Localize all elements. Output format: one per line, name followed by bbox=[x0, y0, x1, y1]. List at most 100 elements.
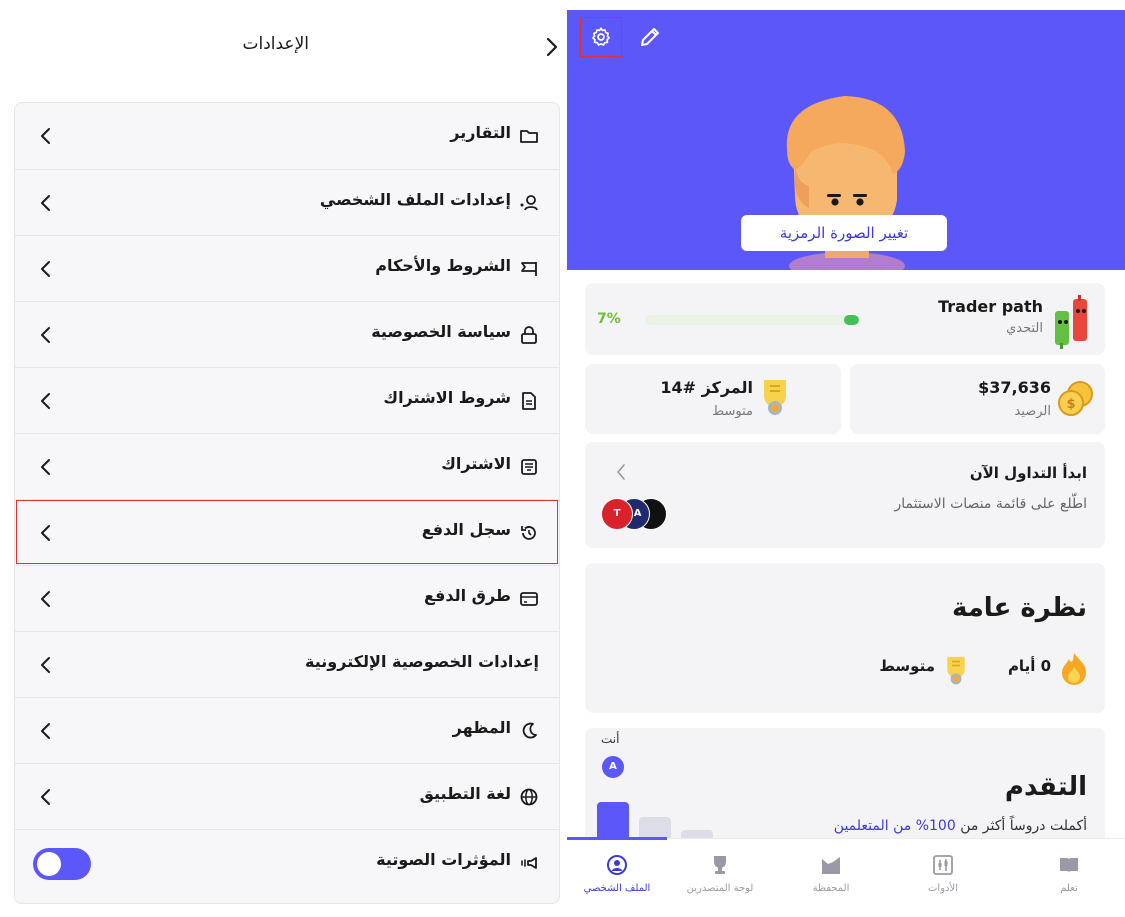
settings-panel: الإعدادات التقارير إعدادات الملف الشخصي … bbox=[0, 0, 567, 917]
settings-item-terms[interactable]: الشروط والأحكام bbox=[15, 235, 559, 301]
settings-item-payment-history[interactable]: سجل الدفع bbox=[15, 499, 559, 565]
nav-tools[interactable]: الأدوات bbox=[893, 853, 993, 907]
chevron-left-icon bbox=[39, 125, 53, 147]
you-label: أنت bbox=[601, 732, 620, 746]
profile-hero: تغيير الصورة الرمزية bbox=[567, 10, 1125, 270]
settings-item-label: سياسة الخصوصية bbox=[371, 322, 511, 341]
medal-icon bbox=[945, 655, 967, 687]
overview-title: نظرة عامة bbox=[951, 593, 1087, 623]
balance-card: $ $37,636 الرصيد bbox=[850, 364, 1105, 434]
progress-subtitle: أكملت دروساً أكثر من 100% من المتعلمين bbox=[834, 818, 1087, 834]
document-icon bbox=[519, 391, 539, 411]
settings-item-label: سجل الدفع bbox=[421, 520, 511, 539]
change-avatar-button[interactable]: تغيير الصورة الرمزية bbox=[741, 215, 947, 251]
chevron-left-icon bbox=[39, 654, 53, 676]
start-trading-card[interactable]: ابدأ التداول الآن اطّلع على قائمة منصات … bbox=[585, 442, 1105, 548]
settings-item-profile-settings[interactable]: إعدادات الملف الشخصي bbox=[15, 169, 559, 235]
chevron-left-icon bbox=[39, 786, 53, 808]
medal-icon bbox=[761, 378, 789, 418]
chevron-left-icon bbox=[39, 258, 53, 280]
balance-label: الرصيد bbox=[1014, 404, 1051, 419]
nav-label: لوحة المتصدرين bbox=[686, 883, 754, 894]
nav-label: الملف الشخصي bbox=[583, 883, 651, 894]
settings-item-privacy-policy[interactable]: سياسة الخصوصية bbox=[15, 301, 559, 367]
settings-item-label: شروط الاشتراك bbox=[383, 388, 511, 407]
settings-item-subscription-terms[interactable]: شروط الاشتراك bbox=[15, 367, 559, 433]
progress-subtitle-suffix: من المتعلمين bbox=[833, 818, 912, 834]
speaker-icon bbox=[519, 853, 539, 873]
rank-value: المركز #14 bbox=[660, 378, 753, 397]
progress-subtitle-prefix: أكملت دروساً أكثر من bbox=[960, 818, 1087, 834]
profile-screen: تغيير الصورة الرمزية Trader path التحدي … bbox=[567, 10, 1125, 917]
balance-value: $37,636 bbox=[978, 378, 1051, 397]
chevron-left-icon bbox=[39, 456, 53, 478]
trader-path-progress-label: 7% bbox=[597, 311, 621, 327]
chevron-left-icon bbox=[39, 192, 53, 214]
receipt-icon bbox=[519, 457, 539, 477]
nav-learn[interactable]: تعلم bbox=[1019, 853, 1119, 907]
lock-icon bbox=[519, 325, 539, 345]
overview-card: نظرة عامة 0 أيام متوسط bbox=[585, 563, 1105, 713]
edit-pencil-icon[interactable] bbox=[637, 24, 663, 50]
rank-label: متوسط bbox=[712, 404, 753, 419]
flame-icon bbox=[1062, 653, 1086, 685]
trader-path-progress-track bbox=[645, 315, 859, 325]
nav-label: تعلم bbox=[1060, 883, 1078, 894]
chevron-left-icon bbox=[39, 720, 53, 742]
chevron-left-icon bbox=[39, 324, 53, 346]
tools-icon bbox=[933, 855, 953, 875]
user-settings-icon bbox=[519, 193, 539, 213]
settings-item-payment-methods[interactable]: طرق الدفع bbox=[15, 565, 559, 631]
sound-effects-toggle[interactable] bbox=[33, 848, 91, 880]
settings-item-label: الشروط والأحكام bbox=[375, 256, 511, 275]
settings-item-label: المؤثرات الصوتية bbox=[376, 850, 511, 869]
nav-active-indicator bbox=[567, 837, 667, 840]
chevron-left-icon bbox=[39, 390, 53, 412]
globe-icon bbox=[519, 787, 539, 807]
settings-item-label: طرق الدفع bbox=[423, 586, 511, 605]
history-icon bbox=[519, 523, 539, 543]
nav-leaderboard[interactable]: لوحة المتصدرين bbox=[670, 853, 770, 907]
start-trading-subtitle: اطّلع على قائمة منصات الاستثمار bbox=[894, 496, 1087, 512]
chevron-left-icon bbox=[39, 522, 53, 544]
broker-logo-tesla: T bbox=[601, 498, 633, 530]
settings-item-appearance[interactable]: المظهر bbox=[15, 697, 559, 763]
flag-icon bbox=[519, 259, 539, 279]
settings-item-reports[interactable]: التقارير bbox=[15, 103, 559, 169]
back-chevron-icon[interactable] bbox=[542, 35, 562, 59]
streak-days-label: 0 أيام bbox=[1007, 657, 1051, 675]
rank-card: المركز #14 متوسط bbox=[585, 364, 841, 434]
level-label: متوسط bbox=[879, 657, 935, 675]
user-initial-badge: A bbox=[602, 756, 624, 778]
settings-title: الإعدادات bbox=[242, 34, 309, 54]
bottom-nav: الملف الشخصي لوحة المتصدرين المحفظة الأد… bbox=[567, 837, 1125, 917]
broker-logos: SA T bbox=[601, 498, 667, 532]
settings-item-label: لغة التطبيق bbox=[419, 784, 511, 803]
coins-icon: $ bbox=[1055, 378, 1095, 418]
nav-profile[interactable]: الملف الشخصي bbox=[567, 853, 667, 907]
trader-path-subtitle: التحدي bbox=[1006, 321, 1043, 336]
folder-icon bbox=[519, 126, 539, 146]
trophy-icon bbox=[714, 856, 726, 874]
settings-item-sound-effects: المؤثرات الصوتية bbox=[15, 829, 559, 895]
settings-item-e-privacy[interactable]: إعدادات الخصوصية الإلكترونية bbox=[15, 631, 559, 697]
start-trading-title: ابدأ التداول الآن bbox=[969, 464, 1087, 482]
settings-header: الإعدادات bbox=[0, 22, 567, 70]
svg-text:$: $ bbox=[1066, 397, 1075, 412]
settings-item-app-language[interactable]: لغة التطبيق bbox=[15, 763, 559, 829]
settings-item-label: إعدادات الخصوصية الإلكترونية bbox=[305, 652, 539, 671]
settings-item-label: إعدادات الملف الشخصي bbox=[319, 190, 511, 209]
profile-icon bbox=[607, 855, 627, 875]
settings-item-subscription[interactable]: الاشتراك bbox=[15, 433, 559, 499]
credit-card-icon bbox=[519, 589, 539, 609]
gear-icon bbox=[592, 27, 610, 46]
streak-days: 0 أيام bbox=[1008, 651, 1089, 685]
trader-path-card[interactable]: Trader path التحدي 7% bbox=[585, 283, 1105, 355]
settings-gear-button[interactable] bbox=[580, 17, 622, 57]
chevron-left-icon[interactable] bbox=[615, 462, 627, 482]
settings-item-label: التقارير bbox=[450, 123, 511, 142]
nav-portfolio[interactable]: المحفظة bbox=[781, 853, 881, 907]
trader-path-title: Trader path bbox=[938, 297, 1043, 316]
toggle-knob bbox=[37, 852, 61, 876]
chevron-left-icon bbox=[39, 588, 53, 610]
